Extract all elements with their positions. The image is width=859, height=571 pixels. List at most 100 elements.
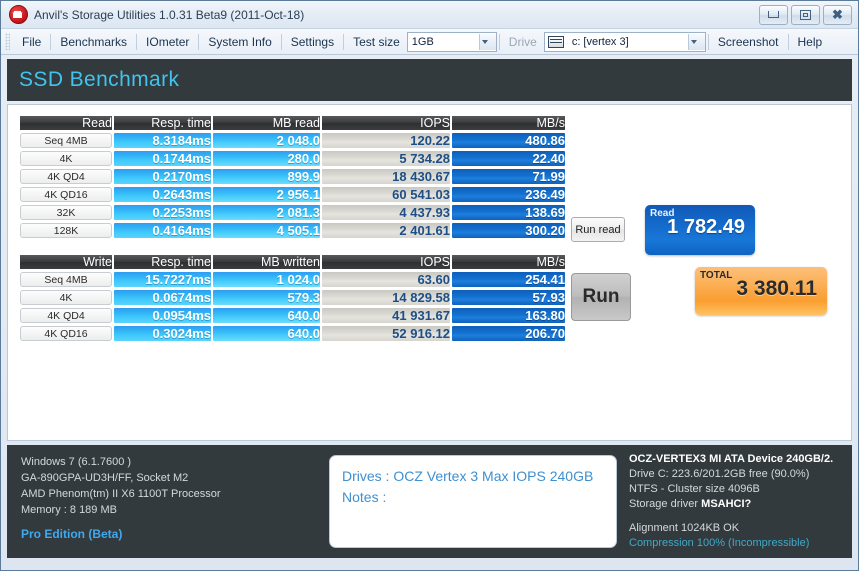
- cell-mb: 640.0: [213, 326, 320, 341]
- minimize-button[interactable]: [759, 4, 788, 25]
- cell-mbs: 300.20: [452, 223, 565, 238]
- write-header-resp: Resp. time: [114, 255, 211, 269]
- read-header-mb: MB read: [213, 116, 320, 130]
- title-bar: Anvil's Storage Utilities 1.0.31 Beta9 (…: [1, 1, 858, 29]
- read-score-badge: Read 1 782.49: [645, 205, 755, 255]
- read-header-mbs: MB/s: [452, 116, 565, 130]
- chevron-down-icon[interactable]: [478, 33, 496, 50]
- row-label: 4K QD4: [20, 169, 112, 184]
- table-row: Seq 4MB 8.3184ms 2 048.0 120.22 480.86: [20, 133, 565, 148]
- window-title: Anvil's Storage Utilities 1.0.31 Beta9 (…: [34, 7, 305, 22]
- motherboard-line: GA-890GPA-UD3H/FF, Socket M2: [21, 472, 189, 484]
- chevron-down-icon[interactable]: [687, 33, 705, 50]
- drives-line: Drives : OCZ Vertex 3 Max IOPS 240GB: [342, 468, 594, 484]
- run-button[interactable]: Run: [571, 273, 631, 321]
- cell-iops: 60 541.03: [322, 187, 450, 202]
- cell-mb: 2 048.0: [213, 133, 320, 148]
- edition-label: Pro Edition (Beta): [21, 527, 123, 541]
- cell-mb: 2 956.1: [213, 187, 320, 202]
- table-spacer: [18, 241, 567, 252]
- cell-resp: 0.2253ms: [114, 205, 211, 220]
- drive-label: Drive: [508, 34, 537, 49]
- page-header: SSD Benchmark: [7, 59, 852, 101]
- table-row: 4K QD16 0.3024ms 640.0 52 916.12 206.70: [20, 326, 565, 341]
- table-row: Seq 4MB 15.7227ms 1 024.0 63.60 254.41: [20, 272, 565, 287]
- row-label: 128K: [20, 223, 112, 238]
- menu-item-settings[interactable]: Settings: [282, 32, 343, 52]
- cell-resp: 0.0674ms: [114, 290, 211, 305]
- table-row: 4K 0.0674ms 579.3 14 829.58 57.93: [20, 290, 565, 305]
- driver-label: Storage driver: [629, 498, 699, 510]
- cell-iops: 4 437.93: [322, 205, 450, 220]
- menu-item-file[interactable]: File: [13, 32, 50, 52]
- toolbar-grip[interactable]: [5, 33, 10, 50]
- alignment-line: Alignment 1024KB OK: [629, 522, 740, 534]
- cell-resp: 0.2643ms: [114, 187, 211, 202]
- read-header-resp: Resp. time: [114, 116, 211, 130]
- window-controls: ✖: [759, 4, 852, 25]
- cell-mb: 1 024.0: [213, 272, 320, 287]
- os-line: Windows 7 (6.1.7600 ): [21, 456, 132, 468]
- menu-bar: File Benchmarks IOmeter System Info Sett…: [1, 29, 858, 55]
- drive-filesystem-line: NTFS - Cluster size 4096B: [629, 483, 760, 495]
- table-row: 128K 0.4164ms 4 505.1 2 401.61 300.20: [20, 223, 565, 238]
- write-results-table: Write Resp. time MB written IOPS MB/s Se…: [18, 252, 567, 344]
- table-row: 4K 0.1744ms 280.0 5 734.28 22.40: [20, 151, 565, 166]
- drive-icon: [547, 35, 564, 48]
- cell-mbs: 57.93: [452, 290, 565, 305]
- menu-item-screenshot[interactable]: Screenshot: [709, 32, 788, 52]
- results-tables: Read Resp. time MB read IOPS MB/s Seq 4M…: [8, 105, 567, 440]
- drive-select[interactable]: c: [vertex 3]: [543, 31, 706, 52]
- menu-item-iometer[interactable]: IOmeter: [137, 32, 198, 52]
- row-label: Seq 4MB: [20, 133, 112, 148]
- drive-capacity-line: Drive C: 223.6/201.2GB free (90.0%): [629, 468, 810, 480]
- cell-mbs: 236.49: [452, 187, 565, 202]
- test-size-value: 1GB: [411, 35, 434, 48]
- row-label: 4K: [20, 151, 112, 166]
- memory-line: Memory : 8 189 MB: [21, 504, 117, 516]
- read-results-table: Read Resp. time MB read IOPS MB/s Seq 4M…: [18, 113, 567, 241]
- cell-resp: 0.3024ms: [114, 326, 211, 341]
- row-label: 32K: [20, 205, 112, 220]
- restore-button[interactable]: [791, 4, 820, 25]
- anvil-logo-icon: [9, 5, 28, 24]
- close-button[interactable]: ✖: [823, 4, 852, 25]
- cell-resp: 15.7227ms: [114, 272, 211, 287]
- table-row: 4K QD4 0.0954ms 640.0 41 931.67 163.80: [20, 308, 565, 323]
- row-label: 4K QD4: [20, 308, 112, 323]
- cell-iops: 14 829.58: [322, 290, 450, 305]
- write-header-label: Write: [20, 255, 112, 269]
- run-read-button[interactable]: Run read: [571, 217, 625, 242]
- write-header-mb: MB written: [213, 255, 320, 269]
- notes-box[interactable]: Drives : OCZ Vertex 3 Max IOPS 240GB Not…: [329, 455, 617, 548]
- cpu-line: AMD Phenom(tm) II X6 1100T Processor: [21, 488, 221, 500]
- table-row: 4K QD16 0.2643ms 2 956.1 60 541.03 236.4…: [20, 187, 565, 202]
- row-label: Seq 4MB: [20, 272, 112, 287]
- cell-iops: 2 401.61: [322, 223, 450, 238]
- cell-mb: 4 505.1: [213, 223, 320, 238]
- total-score-badge: TOTAL 3 380.11: [695, 267, 827, 315]
- read-header-label: Read: [20, 116, 112, 130]
- cell-mbs: 22.40: [452, 151, 565, 166]
- table-row: 4K QD4 0.2170ms 899.9 18 430.67 71.99: [20, 169, 565, 184]
- cell-iops: 18 430.67: [322, 169, 450, 184]
- cell-resp: 0.2170ms: [114, 169, 211, 184]
- table-header-row: Read Resp. time MB read IOPS MB/s: [20, 116, 565, 130]
- cell-mbs: 163.80: [452, 308, 565, 323]
- score-column: Run read Run Run write Read 1 782.49 TOT…: [567, 105, 851, 503]
- cell-resp: 0.0954ms: [114, 308, 211, 323]
- menu-item-system-info[interactable]: System Info: [199, 32, 280, 52]
- cell-iops: 52 916.12: [322, 326, 450, 341]
- test-size-label: Test size: [353, 34, 400, 49]
- cell-mbs: 71.99: [452, 169, 565, 184]
- app-window: Anvil's Storage Utilities 1.0.31 Beta9 (…: [0, 0, 859, 571]
- cell-resp: 0.1744ms: [114, 151, 211, 166]
- row-label: 4K QD16: [20, 187, 112, 202]
- compression-line: Compression 100% (Incompressible): [629, 537, 810, 549]
- cell-iops: 5 734.28: [322, 151, 450, 166]
- menu-item-help[interactable]: Help: [789, 32, 832, 52]
- row-label: 4K QD16: [20, 326, 112, 341]
- driver-value: MSAHCI?: [701, 498, 752, 510]
- test-size-select[interactable]: 1GB: [406, 31, 497, 52]
- menu-item-benchmarks[interactable]: Benchmarks: [51, 32, 136, 52]
